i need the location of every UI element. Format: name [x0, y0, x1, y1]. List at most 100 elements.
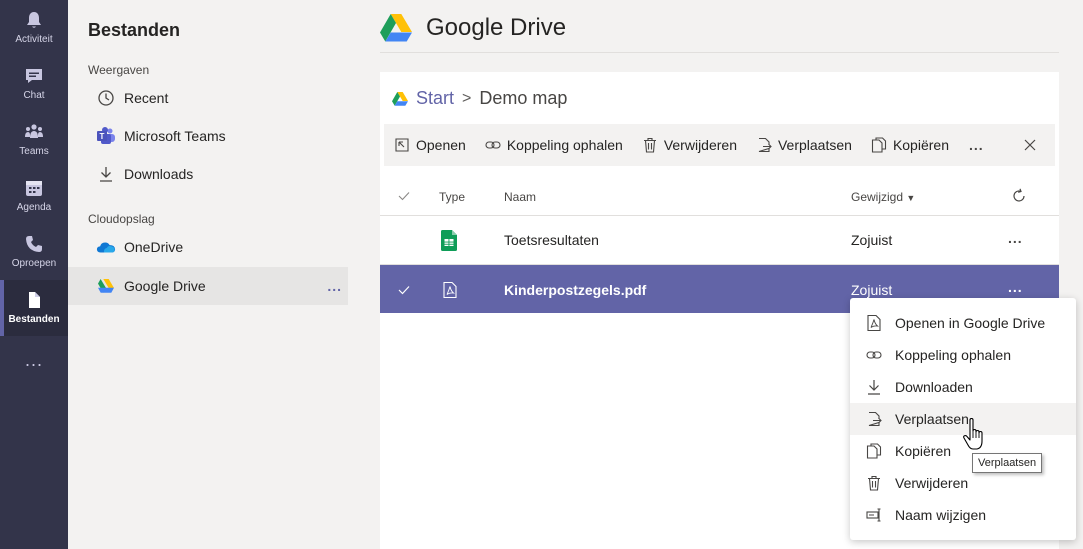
column-header-name[interactable]: Naam — [504, 190, 536, 204]
copy-button[interactable]: Kopiëren — [871, 137, 949, 153]
column-header-modified-label: Gewijzigd — [851, 190, 904, 204]
rail-item-activity[interactable]: Activiteit — [0, 0, 68, 56]
nav-item-downloads[interactable]: Downloads — [68, 155, 348, 193]
column-header-modified[interactable]: Gewijzigd ▼ — [851, 190, 915, 204]
nav-item-google-drive[interactable]: Google Drive ... — [68, 267, 348, 305]
menu-item-label: Verwijderen — [895, 475, 969, 491]
breadcrumb-separator: > — [462, 89, 472, 107]
menu-item-label: Verplaatsen — [895, 411, 969, 427]
menu-item-label: Naam wijzigen — [895, 507, 987, 523]
nav-item-recent[interactable]: Recent — [68, 79, 348, 117]
file-name[interactable]: Kinderpostzegels.pdf — [504, 282, 646, 298]
nav-item-microsoft-teams[interactable]: T Microsoft Teams — [68, 117, 348, 155]
more-options-icon[interactable]: ... — [327, 278, 342, 294]
page-title: Google Drive — [426, 14, 567, 41]
file-toolbar: Openen Koppeling ophalen Verwijderen Ver… — [384, 124, 1055, 166]
google-sheets-icon — [441, 230, 457, 251]
delete-button[interactable]: Verwijderen — [642, 137, 737, 153]
app-rail: Activiteit Chat Teams Agenda Oproepen Be… — [0, 0, 68, 549]
rail-item-teams[interactable]: Teams — [0, 112, 68, 168]
nav-item-label: OneDrive — [124, 239, 184, 255]
rail-label: Bestanden — [8, 314, 60, 325]
onedrive-icon — [96, 237, 116, 257]
files-panel: Bestanden Weergaven Recent T Microsoft T… — [68, 0, 348, 549]
menu-item-label: Koppeling ophalen — [895, 347, 1011, 363]
move-icon — [868, 411, 882, 427]
menu-item-download[interactable]: Downloaden — [850, 371, 1076, 403]
menu-item-label: Downloaden — [895, 379, 973, 395]
sort-down-icon: ▼ — [906, 193, 916, 203]
table-row[interactable]: Toetsresultaten Zojuist ... — [380, 217, 1059, 265]
toolbar-more-icon[interactable]: ... — [969, 137, 984, 153]
move-icon — [758, 137, 772, 153]
file-icon — [29, 292, 40, 308]
bell-icon — [27, 12, 41, 28]
file-name[interactable]: Toetsresultaten — [504, 232, 599, 248]
table-header: Type Naam Gewijzigd ▼ — [380, 176, 1059, 216]
breadcrumb-start-link[interactable]: Start — [416, 88, 454, 109]
nav-item-label: Recent — [124, 90, 169, 106]
panel-title: Bestanden — [88, 20, 181, 40]
get-link-button-label: Koppeling ophalen — [506, 137, 623, 153]
clock-icon — [96, 88, 116, 108]
rail-item-chat[interactable]: Chat — [0, 56, 68, 112]
file-modified: Zojuist — [851, 232, 893, 248]
copy-icon — [871, 137, 886, 153]
svg-text:T: T — [100, 132, 105, 141]
open-icon — [395, 138, 409, 152]
menu-item-get-link[interactable]: Koppeling ophalen — [850, 339, 1076, 371]
rail-label: Oproepen — [11, 258, 57, 269]
google-drive-icon — [392, 91, 408, 106]
phone-icon — [26, 236, 42, 252]
select-all-checkbox[interactable] — [398, 191, 410, 201]
move-button-label: Verplaatsen — [777, 137, 852, 153]
rail-item-calendar[interactable]: Agenda — [0, 168, 68, 224]
breadcrumb: Start > Demo map — [392, 88, 567, 109]
nav-item-label: Google Drive — [124, 278, 206, 294]
nav-item-onedrive[interactable]: OneDrive — [68, 228, 348, 266]
trash-icon — [643, 137, 656, 153]
rail-label: Teams — [19, 146, 49, 157]
pdf-file-icon — [443, 282, 457, 298]
rename-icon — [866, 508, 881, 522]
copy-button-label: Kopiëren — [892, 137, 949, 153]
rail-label: Chat — [23, 90, 45, 101]
pdf-file-icon — [867, 315, 881, 331]
move-button[interactable]: Verplaatsen — [756, 137, 852, 153]
menu-item-label: Kopiëren — [895, 443, 952, 459]
breadcrumb-current: Demo map — [479, 88, 568, 108]
rail-item-files[interactable]: Bestanden — [0, 280, 68, 336]
tooltip: Verplaatsen — [972, 453, 1043, 473]
get-link-button[interactable]: Koppeling ophalen — [485, 137, 623, 153]
google-drive-icon — [380, 14, 412, 42]
teams-icon — [25, 124, 43, 138]
header-divider — [380, 52, 1059, 53]
link-icon — [485, 141, 501, 149]
trash-icon — [868, 475, 880, 491]
link-icon — [866, 351, 882, 359]
column-header-type[interactable]: Type — [439, 190, 465, 204]
open-button[interactable]: Openen — [394, 137, 466, 153]
refresh-icon[interactable] — [1011, 188, 1027, 204]
menu-item-rename[interactable]: Naam wijzigen — [850, 499, 1076, 531]
rail-label: Agenda — [16, 202, 52, 213]
row-checkbox-checked[interactable] — [398, 285, 410, 295]
rail-more-icon[interactable]: ... — [0, 350, 68, 371]
row-more-options-icon[interactable]: ... — [1008, 279, 1023, 295]
page-header: Google Drive — [380, 14, 566, 42]
google-drive-icon — [96, 276, 116, 296]
row-more-options-icon[interactable]: ... — [1008, 230, 1023, 246]
rail-item-calls[interactable]: Oproepen — [0, 224, 68, 280]
rail-label: Activiteit — [15, 34, 53, 45]
menu-item-open-in-google-drive[interactable]: Openen in Google Drive — [850, 307, 1076, 339]
cloud-section-label: Cloudopslag — [88, 212, 155, 226]
close-icon[interactable] — [1021, 136, 1039, 154]
copy-icon — [866, 443, 882, 459]
delete-button-label: Verwijderen — [663, 137, 737, 153]
download-icon — [868, 380, 880, 395]
calendar-icon — [26, 181, 42, 196]
nav-item-label: Microsoft Teams — [124, 128, 226, 144]
open-button-label: Openen — [416, 137, 466, 153]
views-section-label: Weergaven — [88, 63, 150, 77]
hand-pointer-cursor-icon — [963, 418, 983, 450]
